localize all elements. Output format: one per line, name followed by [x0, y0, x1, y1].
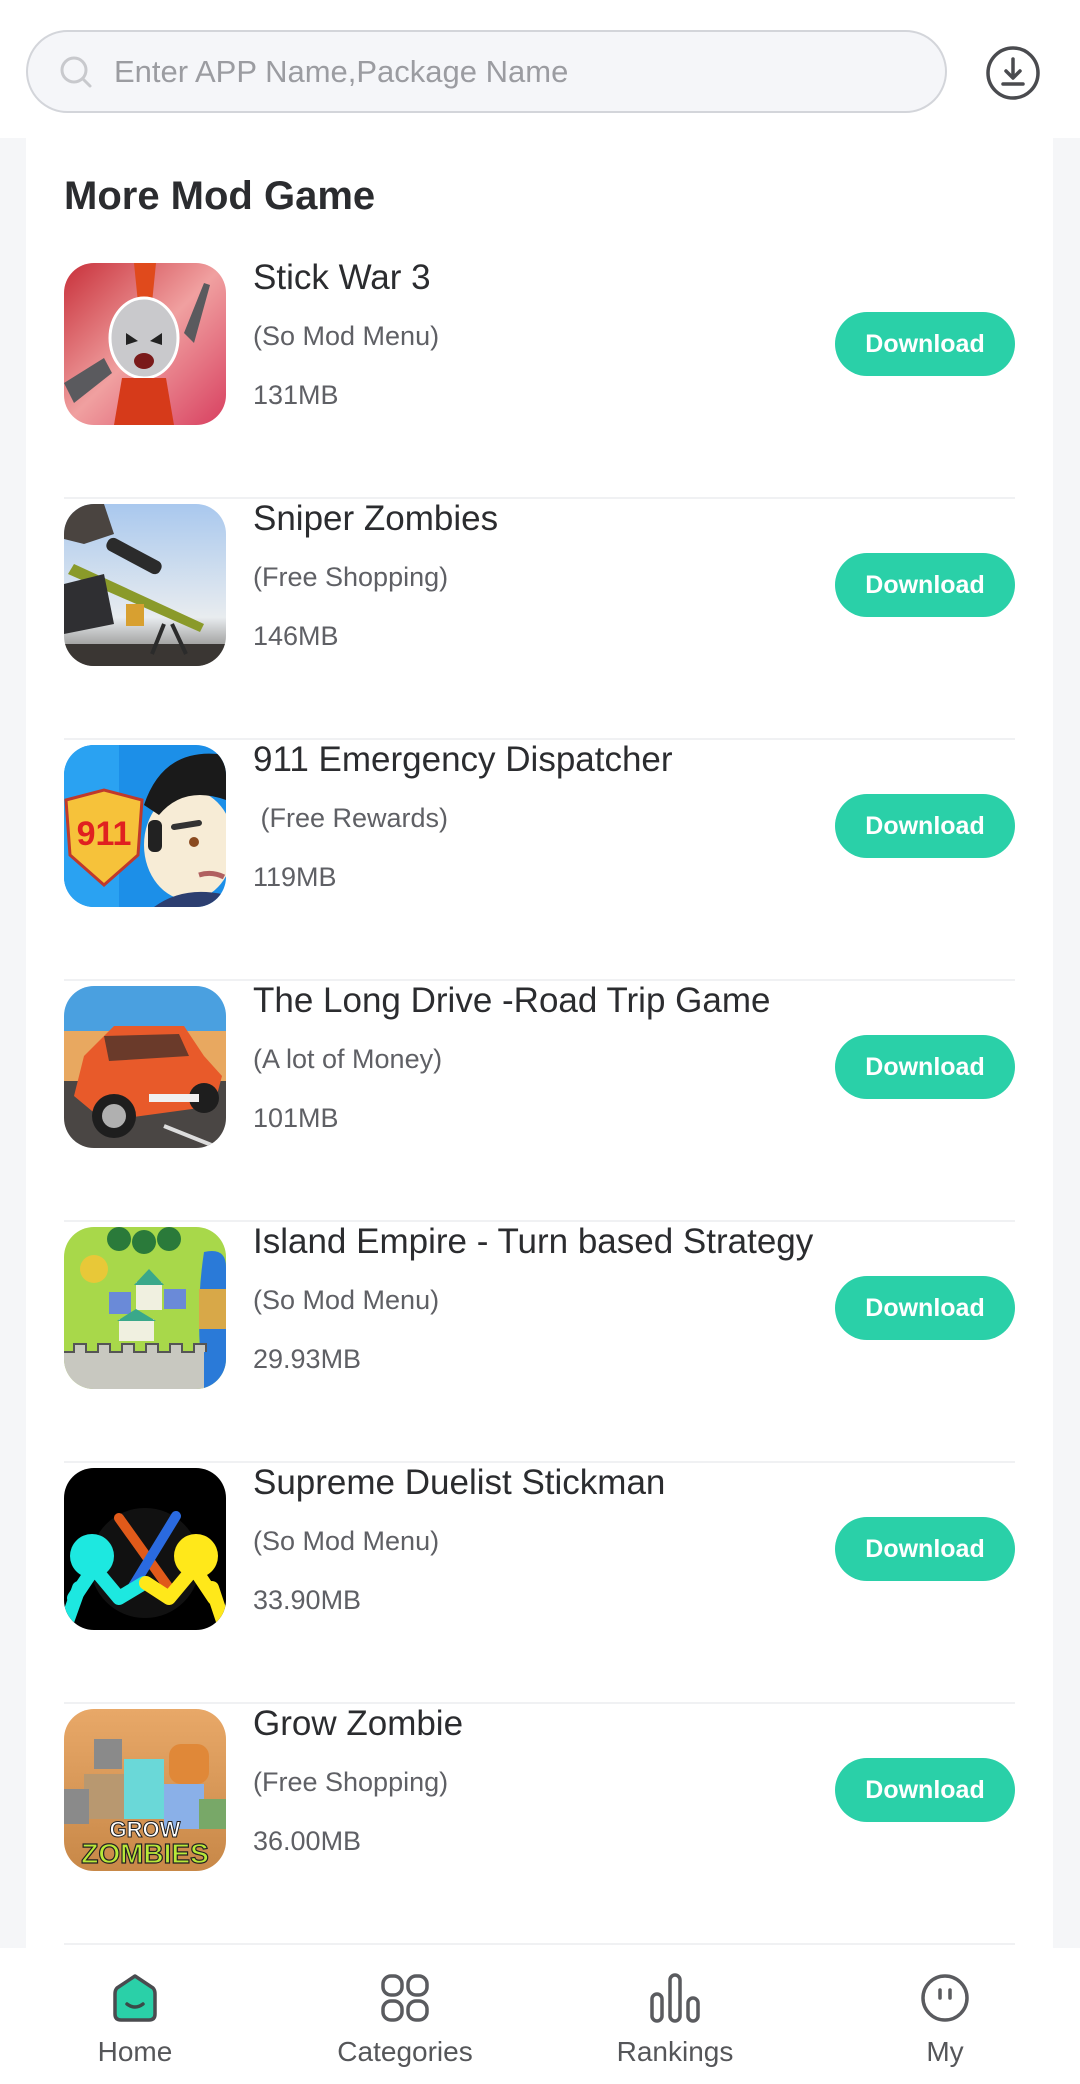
download-button[interactable]: Download — [835, 553, 1015, 617]
list-item[interactable]: 911 911 Emergency Dispatcher (Free Rewar… — [64, 740, 1015, 981]
the-long-drive-app-icon — [64, 986, 226, 1148]
app-mod-feature: (A lot of Money) — [253, 1044, 443, 1074]
search-input[interactable] — [114, 32, 914, 111]
app-size: 146MB — [253, 621, 339, 651]
top-bar — [0, 0, 1080, 138]
download-button[interactable]: Download — [835, 1758, 1015, 1822]
supreme-duelist-stickman-app-icon — [64, 1468, 226, 1630]
tab-label: Home — [97, 2036, 173, 2067]
app-list: Stick War 3 (So Mod Menu) 131MB Download — [64, 258, 1015, 1945]
tab-rankings[interactable]: Rankings — [540, 1948, 810, 2084]
divider — [64, 1943, 1015, 1945]
app-size: 36.00MB — [253, 1826, 362, 1856]
tab-label: Rankings — [616, 2036, 734, 2067]
app-title[interactable]: Island Empire - Turn based Strategy — [253, 1222, 813, 1262]
app-mod-feature: (Free Shopping) — [253, 562, 449, 592]
download-button[interactable]: Download — [835, 312, 1015, 376]
app-title[interactable]: Grow Zombie — [253, 1704, 463, 1744]
download-button[interactable]: Download — [835, 1035, 1015, 1099]
profile-icon — [921, 1974, 969, 2022]
rankings-icon — [650, 1973, 700, 2023]
app-size: 29.93MB — [253, 1344, 362, 1374]
list-item[interactable]: Supreme Duelist Stickman (So Mod Menu) 3… — [64, 1463, 1015, 1704]
home-icon — [113, 1974, 157, 2022]
app-size: 119MB — [253, 862, 337, 892]
app-title[interactable]: Stick War 3 — [253, 258, 431, 298]
list-item[interactable]: Sniper Zombies (Free Shopping) 146MB Dow… — [64, 499, 1015, 740]
downloads-icon[interactable] — [985, 45, 1041, 101]
app-size: 101MB — [253, 1103, 339, 1133]
app-title[interactable]: Sniper Zombies — [253, 499, 498, 539]
download-button[interactable]: Download — [835, 794, 1015, 858]
section-title: More Mod Game — [64, 174, 376, 218]
tab-label: My — [926, 2036, 964, 2067]
app-title[interactable]: Supreme Duelist Stickman — [253, 1463, 665, 1503]
app-size: 33.90MB — [253, 1585, 362, 1615]
app-mod-feature: (So Mod Menu) — [253, 1285, 440, 1315]
app-mod-feature: (Free Rewards) — [253, 803, 449, 833]
tab-categories[interactable]: Categories — [270, 1948, 540, 2084]
app-mod-feature: (So Mod Menu) — [253, 321, 440, 351]
download-button[interactable]: Download — [835, 1517, 1015, 1581]
911-emergency-dispatcher-app-icon: 911 — [64, 745, 226, 907]
download-button[interactable]: Download — [835, 1276, 1015, 1340]
categories-icon — [381, 1974, 429, 2022]
app-title[interactable]: The Long Drive -Road Trip Game — [253, 981, 770, 1021]
sniper-zombies-app-icon — [64, 504, 226, 666]
list-item[interactable]: GROW ZOMBIES Grow Zombie (Free Shopping)… — [64, 1704, 1015, 1945]
tab-label: Categories — [337, 2036, 473, 2067]
svg-text:ZOMBIES: ZOMBIES — [81, 1838, 209, 1869]
app-title[interactable]: 911 Emergency Dispatcher — [253, 740, 673, 780]
svg-text:911: 911 — [77, 815, 132, 853]
app-mod-feature: (So Mod Menu) — [253, 1526, 440, 1556]
list-item[interactable]: Stick War 3 (So Mod Menu) 131MB Download — [64, 258, 1015, 499]
stick-war-3-app-icon — [64, 263, 226, 425]
more-mod-game-card: More Mod Game Stick War 3 (So Mod Menu) — [26, 138, 1053, 1948]
bottom-navigation: Home Categories Rankings My — [0, 1948, 1080, 2084]
search-bar[interactable] — [26, 30, 947, 113]
grow-zombie-app-icon: GROW ZOMBIES — [64, 1709, 226, 1871]
app-size: 131MB — [253, 380, 339, 410]
search-icon — [60, 56, 92, 88]
app-mod-feature: (Free Shopping) — [253, 1767, 449, 1797]
list-item[interactable]: The Long Drive -Road Trip Game (A lot of… — [64, 981, 1015, 1222]
tab-my[interactable]: My — [810, 1948, 1080, 2084]
list-item[interactable]: Island Empire - Turn based Strategy (So … — [64, 1222, 1015, 1463]
tab-home[interactable]: Home — [0, 1948, 270, 2084]
island-empire-app-icon — [64, 1227, 226, 1389]
